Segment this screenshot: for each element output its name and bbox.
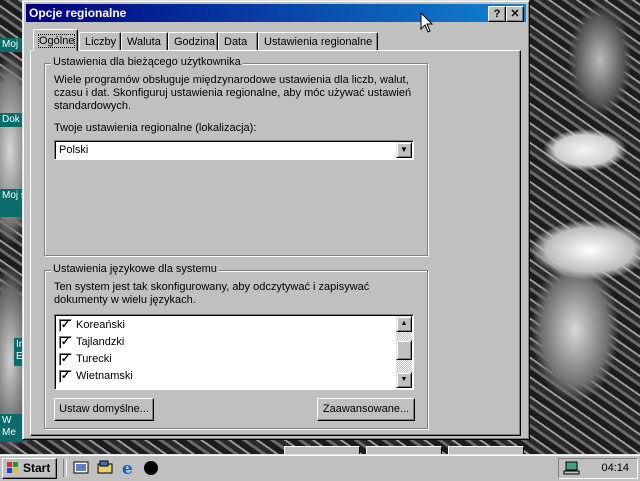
scroll-down-icon[interactable]: ▼	[396, 372, 412, 388]
system-languages-group: Ustawienia językowe dla systemu Ten syst…	[44, 263, 428, 429]
start-label: Start	[23, 461, 51, 475]
description-line: Wiele programów obsługuje międzynarodowe…	[54, 74, 409, 86]
desktop-icon-label: Moj	[2, 39, 19, 50]
desktop-icon-label: Dok	[2, 114, 20, 125]
list-item-label: Wietnamski	[76, 370, 133, 382]
desktop-icon-label: W Me	[2, 415, 16, 438]
svg-text:e: e	[122, 459, 133, 477]
system-languages-description: Ten system jest tak skonfigurowany, aby …	[54, 281, 369, 307]
checkbox[interactable]: ✓	[59, 370, 72, 383]
system-tray: 04:14	[558, 458, 638, 479]
current-user-description: Wiele programów obsługuje międzynarodowe…	[54, 74, 411, 113]
tab-date[interactable]: Data	[218, 32, 258, 50]
list-item-label: Koreański	[76, 319, 125, 331]
description-line: czasu i dat. Skonfiguruj ustawienia regi…	[54, 87, 412, 99]
tab-input-locales[interactable]: Ustawienia regionalne	[258, 32, 378, 50]
mouse-pointer-icon	[420, 12, 434, 33]
locale-label: Twoje ustawienia regionalne (lokalizacja…	[54, 122, 257, 134]
checkbox[interactable]: ✓	[59, 319, 72, 332]
list-item-label: Turecki	[76, 353, 112, 365]
group-title: Ustawienia językowe dla systemu	[51, 263, 219, 275]
description-line: standardowych.	[54, 100, 132, 112]
media-player-icon[interactable]	[142, 459, 160, 477]
help-button[interactable]: ?	[488, 6, 506, 22]
windows-logo-icon	[7, 462, 18, 473]
window-title: Opcje regionalne	[29, 6, 127, 20]
locale-select-value: Polski	[59, 144, 89, 156]
locale-select[interactable]: Polski ▼	[54, 140, 414, 160]
description-line: dokumenty w wielu językach.	[54, 294, 196, 306]
checkbox[interactable]: ✓	[59, 336, 72, 349]
regional-options-dialog: Opcje regionalne ? ✕ Ogólne Liczby Walut…	[22, 0, 530, 440]
internet-explorer-icon[interactable]: e	[120, 459, 138, 477]
clock[interactable]: 04:14	[601, 462, 629, 474]
close-button[interactable]: ✕	[506, 6, 524, 22]
taskbar: Start e 04:14	[0, 454, 640, 481]
checkbox[interactable]: ✓	[59, 353, 72, 366]
tab-currency[interactable]: Waluta	[121, 32, 168, 50]
close-icon: ✕	[510, 8, 520, 20]
button-label: Zaawansowane...	[322, 403, 410, 415]
advanced-button[interactable]: Zaawansowane...	[317, 398, 415, 421]
tab-label: Ustawienia regionalne	[264, 36, 373, 48]
tab-label: Ogólne	[37, 34, 76, 48]
language-list[interactable]: ✓ Koreański ✓ Tajlandzki ✓ Turecki ✓ Wie…	[54, 314, 414, 390]
explorer-icon[interactable]	[96, 459, 114, 477]
list-item-label: Tajlandzki	[76, 336, 125, 348]
network-tray-icon[interactable]	[563, 460, 581, 476]
chevron-down-icon[interactable]: ▼	[396, 142, 412, 158]
title-bar[interactable]: Opcje regionalne ? ✕	[26, 4, 526, 22]
scroll-thumb[interactable]	[396, 340, 412, 360]
description-line: Ten system jest tak skonfigurowany, aby …	[54, 281, 370, 293]
tab-label: Data	[224, 36, 248, 48]
set-default-button[interactable]: Ustaw domyślne...	[54, 398, 154, 421]
tab-label: Liczby	[85, 36, 117, 48]
current-user-group: Ustawienia dla bieżącego użytkownika Wie…	[44, 56, 428, 256]
tab-numbers[interactable]: Liczby	[79, 32, 121, 50]
button-label: Ustaw domyślne...	[59, 403, 149, 415]
tab-general[interactable]: Ogólne	[33, 29, 78, 51]
group-title: Ustawienia dla bieżącego użytkownika	[51, 56, 243, 68]
start-button[interactable]: Start	[2, 458, 57, 479]
list-scrollbar[interactable]: ▲ ▼	[396, 316, 412, 388]
tab-label: Godzina	[174, 36, 215, 48]
tab-label: Waluta	[127, 36, 161, 48]
taskbar-divider	[63, 459, 67, 477]
tab-time[interactable]: Godzina	[168, 32, 218, 50]
scroll-up-icon[interactable]: ▲	[396, 316, 412, 332]
general-tab-panel: Ustawienia dla bieżącego użytkownika Wie…	[30, 50, 521, 436]
help-icon: ?	[493, 8, 501, 20]
show-desktop-icon[interactable]	[72, 459, 90, 477]
